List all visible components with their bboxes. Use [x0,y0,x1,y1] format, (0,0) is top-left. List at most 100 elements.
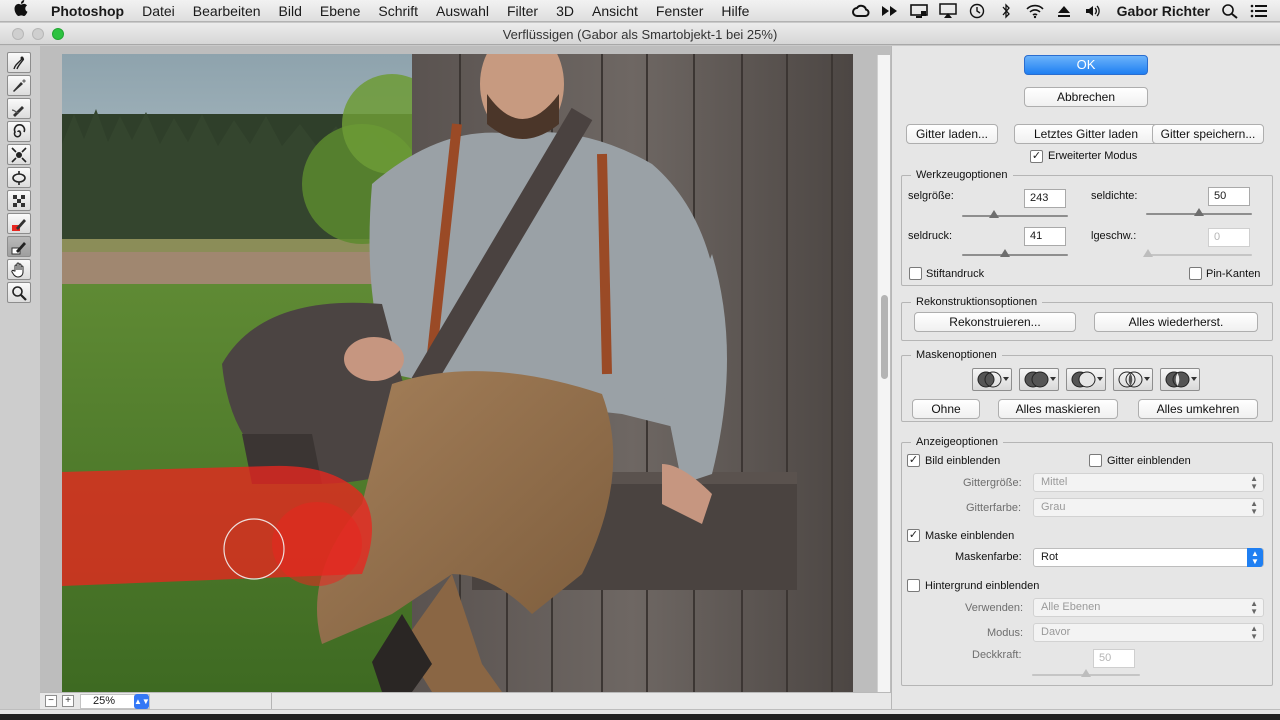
load-mesh-button[interactable]: Gitter laden... [906,124,998,144]
volume-icon[interactable] [1084,3,1102,19]
hand-tool[interactable] [7,259,31,280]
reconstruct-button[interactable]: Rekonstruieren... [914,312,1076,332]
zoom-in-button[interactable]: + [62,695,74,707]
chevron-down-icon [1191,377,1197,381]
brush-size-field[interactable]: 243 [1024,189,1066,208]
window-title: Verflüssigen (Gabor als Smartobjekt-1 be… [502,27,778,42]
menu-bild[interactable]: Bild [270,3,311,19]
ok-button[interactable]: OK [1024,55,1148,75]
show-backdrop-label: Hintergrund einblenden [925,580,1040,592]
reconstruct-options-legend: Rekonstruktionsoptionen [911,296,1043,308]
mesh-size-value: Mittel [1041,476,1068,488]
pin-edges-checkbox[interactable] [1189,267,1202,280]
menu-schrift[interactable]: Schrift [369,3,427,19]
brush-size-slider[interactable] [962,210,1068,218]
brush-pressure-slider[interactable] [962,249,1068,257]
vertical-scrollbar[interactable] [877,55,890,692]
zoom-out-button[interactable]: − [45,695,57,707]
bluetooth-icon[interactable] [997,3,1015,19]
zoom-dropdown-icon[interactable]: ▲▼ [134,694,150,709]
zoom-tool[interactable] [7,282,31,303]
subtract-from-selection-button[interactable] [1066,368,1106,391]
mask-color-label: Maskenfarbe: [955,551,1022,563]
invert-all-button[interactable]: Alles umkehren [1138,399,1258,419]
menu-datei[interactable]: Datei [133,3,184,19]
brush-density-field[interactable]: 50 [1208,187,1250,206]
notification-center-icon[interactable] [1250,3,1268,19]
eject-icon[interactable] [1055,3,1073,19]
reconstruct-brush-icon [13,78,26,92]
menu-filter[interactable]: Filter [498,3,547,19]
thaw-mask-tool[interactable] [7,236,31,257]
menu-hilfe[interactable]: Hilfe [712,3,758,19]
photo-preview [62,54,853,692]
restore-all-button[interactable]: Alles wiederherst. [1094,312,1258,332]
pin-edges-label: Pin-Kanten [1206,268,1261,280]
cancel-button[interactable]: Abbrechen [1024,87,1148,107]
pucker-tool[interactable] [7,144,31,165]
opacity-knob [1081,669,1091,677]
stylus-pressure-label: Stiftandruck [926,268,985,280]
show-backdrop-checkbox[interactable] [907,579,920,592]
menu-auswahl[interactable]: Auswahl [427,3,498,19]
invert-selection-button[interactable] [1160,368,1200,391]
menu-ebene[interactable]: Ebene [311,3,369,19]
show-image-checkbox[interactable]: ✓ [907,454,920,467]
zoom-bar-divider [271,693,272,710]
brush-density-knob[interactable] [1194,208,1204,216]
twirl-clockwise-tool[interactable] [7,121,31,142]
push-left-tool[interactable] [7,190,31,211]
mask-none-button[interactable]: Ohne [912,399,980,419]
freeze-mask-icon [12,218,26,231]
brush-pressure-field[interactable]: 41 [1024,227,1066,246]
stylus-pressure-checkbox[interactable] [909,267,922,280]
brush-density-label: seldichte: [1091,190,1138,202]
save-mesh-button[interactable]: Gitter speichern... [1152,124,1264,144]
forward-warp-tool[interactable] [7,52,31,73]
brush-size-knob[interactable] [988,210,999,218]
smooth-tool[interactable] [7,98,31,119]
intersect-selection-button[interactable] [1113,368,1153,391]
display-icon[interactable] [909,3,928,19]
show-mesh-checkbox[interactable] [1089,454,1102,467]
window-titlebar: Verflüssigen (Gabor als Smartobjekt-1 be… [0,23,1280,45]
show-mask-checkbox[interactable]: ✓ [907,529,920,542]
mask-all-button[interactable]: Alles maskieren [998,399,1118,419]
time-machine-icon[interactable] [968,3,986,19]
select-arrows-icon: ▲ ▼ [1247,548,1263,567]
reconstruct-tool[interactable] [7,75,31,96]
brush-size-label: selgröße: [908,190,954,202]
show-image-label: Bild einblenden [925,455,1001,467]
user-name[interactable]: Gabor Richter [1117,3,1210,19]
mode-label: Modus: [987,627,1024,639]
forward-icon[interactable] [881,3,899,19]
add-to-selection-button[interactable] [1019,368,1059,391]
menu-photoshop[interactable]: Photoshop [42,3,133,19]
spotlight-search-icon[interactable] [1221,3,1239,19]
liquify-toolbar [0,46,40,720]
menu-fenster[interactable]: Fenster [647,3,712,19]
menu-bearbeiten[interactable]: Bearbeiten [184,3,270,19]
preview-canvas[interactable] [62,54,853,692]
bloat-tool[interactable] [7,167,31,188]
menu-ansicht[interactable]: Ansicht [583,3,647,19]
magnifier-icon [12,285,27,301]
creative-cloud-icon[interactable] [851,3,870,19]
wifi-icon[interactable] [1026,3,1044,19]
brush-pressure-knob[interactable] [1000,249,1011,257]
apple-icon[interactable] [0,0,42,21]
menu-3d[interactable]: 3D [547,3,583,19]
advanced-mode-checkbox[interactable]: ✓ [1030,150,1043,163]
scrollbar-thumb[interactable] [881,295,888,379]
mask-color-select[interactable]: Rot ▲ ▼ [1033,548,1264,567]
replace-selection-button[interactable] [972,368,1012,391]
load-last-mesh-button[interactable]: Letztes Gitter laden [1014,124,1158,144]
smooth-brush-icon [11,105,24,117]
airplay-icon[interactable] [938,3,957,19]
brush-density-slider[interactable] [1146,208,1252,216]
select-arrows-icon: ▲ ▼ [1250,499,1258,516]
use-label: Verwenden: [965,602,1024,614]
show-mask-label: Maske einblenden [925,530,1015,542]
freeze-mask-tool[interactable] [7,213,31,234]
advanced-mode-label: Erweiterter Modus [1048,150,1138,162]
